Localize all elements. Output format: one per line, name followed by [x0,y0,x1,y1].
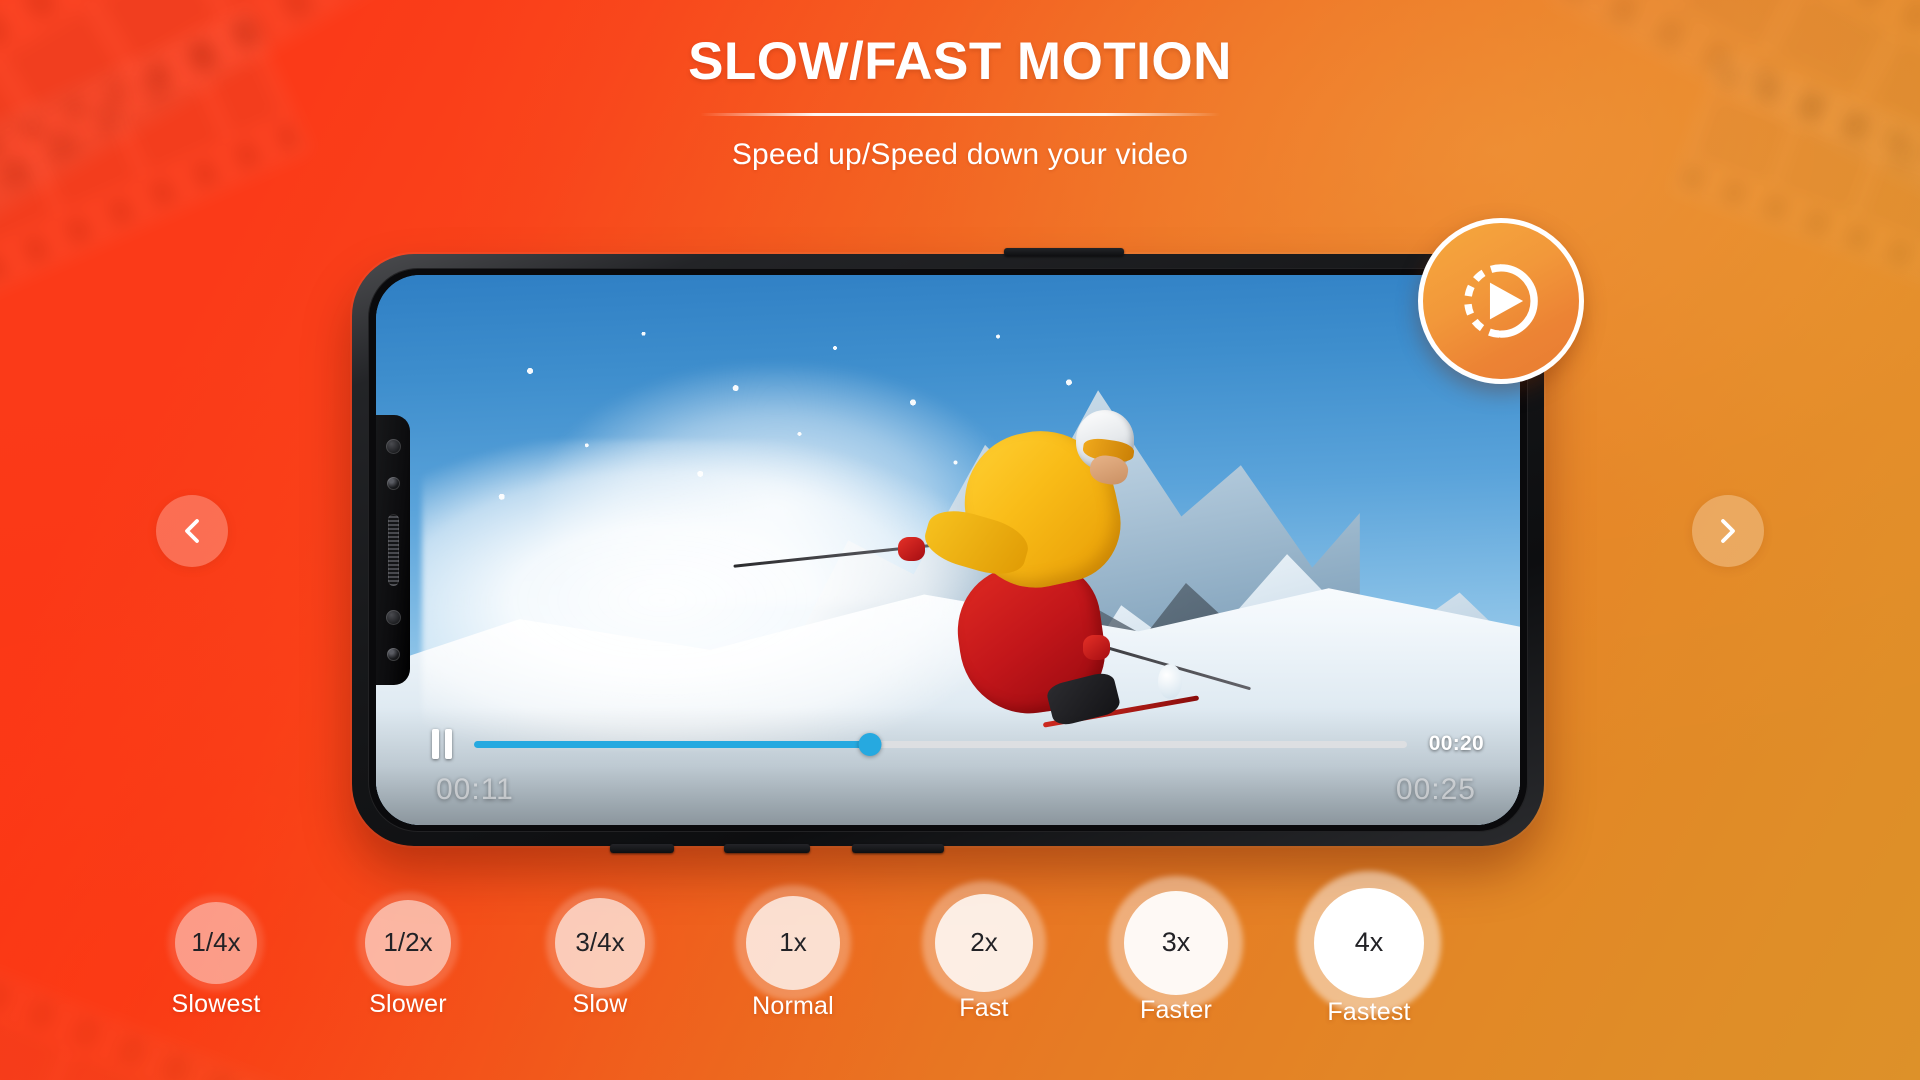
speed-selector: 1/4x Slowest 1/2x Slower 3/4x Slow 1x Normal 2x F… [0,870,1920,1080]
phone-mockup: 00:20 00:11 00:25 [352,248,1544,853]
phone-side-button [610,844,674,853]
speed-option-circle-wrap: 1/4x [141,880,291,1005]
carousel-next-button[interactable] [1692,495,1764,567]
speed-option-fastest[interactable]: 4x Fastest [1294,870,1444,1027]
speed-option-faster[interactable]: 3x Faster [1101,875,1251,1025]
video-duration: 00:20 [1428,732,1484,755]
speed-option-value[interactable]: 4x [1314,887,1424,998]
page-subtitle: Speed up/Speed down your video [731,138,1189,172]
slide-header: SLOW/FAST MOTION Speed up/Speed down you… [0,0,1920,172]
secondary-camera-icon [386,648,400,662]
slow-motion-play-icon [1418,218,1584,384]
seek-handle[interactable] [858,732,882,756]
promo-slide: SLOW/FAST MOTION Speed up/Speed down you… [0,0,1920,1080]
speed-option-circle-wrap: 3/4x [525,880,675,1005]
seek-progress-fill [474,740,871,748]
seek-bar[interactable] [474,732,1407,756]
pause-icon[interactable] [432,729,452,759]
speed-option-value[interactable]: 3x [1124,890,1228,995]
carousel-prev-button[interactable] [156,495,228,567]
trim-end-time: 00:25 [1395,773,1476,806]
speed-option-circle-wrap: 2x [909,880,1059,1005]
speed-option-slow[interactable]: 3/4x Slow [525,880,675,1019]
chevron-right-icon [1721,519,1735,543]
phone-top-button [1004,248,1124,256]
speed-option-circle-wrap: 1/2x [333,880,483,1005]
speed-option-value[interactable]: 3/4x [555,897,645,988]
front-camera-icon [386,477,400,491]
light-sensor-icon [385,609,401,625]
title-divider [700,113,1220,117]
page-title: SLOW/FAST MOTION [688,32,1232,91]
phone-notch [376,415,410,685]
speed-option-slowest[interactable]: 1/4x Slowest [141,880,291,1019]
phone-bezel: 00:20 00:11 00:25 [368,268,1528,832]
speed-option-value[interactable]: 2x [935,893,1033,992]
phone-screen: 00:20 00:11 00:25 [376,275,1520,825]
video-player-controls: 00:20 00:11 00:25 [376,707,1520,825]
speed-option-slower[interactable]: 1/2x Slower [333,880,483,1019]
speed-option-circle-wrap: 4x [1294,870,1444,1015]
speed-option-value[interactable]: 1/2x [365,899,451,986]
speed-option-normal[interactable]: 1x Normal [718,880,868,1021]
skier-figure [733,396,1251,748]
phone-volume-down-button [852,844,944,853]
earpiece-speaker-icon [387,513,399,586]
proximity-sensor-icon [385,438,401,454]
speed-option-value[interactable]: 1x [746,895,840,990]
chevron-left-icon [185,519,199,543]
trim-time-row: 00:11 00:25 [436,773,1476,807]
trim-start-time: 00:11 [436,773,514,806]
speed-option-circle-wrap: 1x [718,880,868,1005]
speed-option-fast[interactable]: 2x Fast [909,880,1059,1023]
speed-option-value[interactable]: 1/4x [175,901,257,984]
speed-option-circle-wrap: 3x [1101,875,1251,1010]
phone-volume-up-button [724,844,810,853]
